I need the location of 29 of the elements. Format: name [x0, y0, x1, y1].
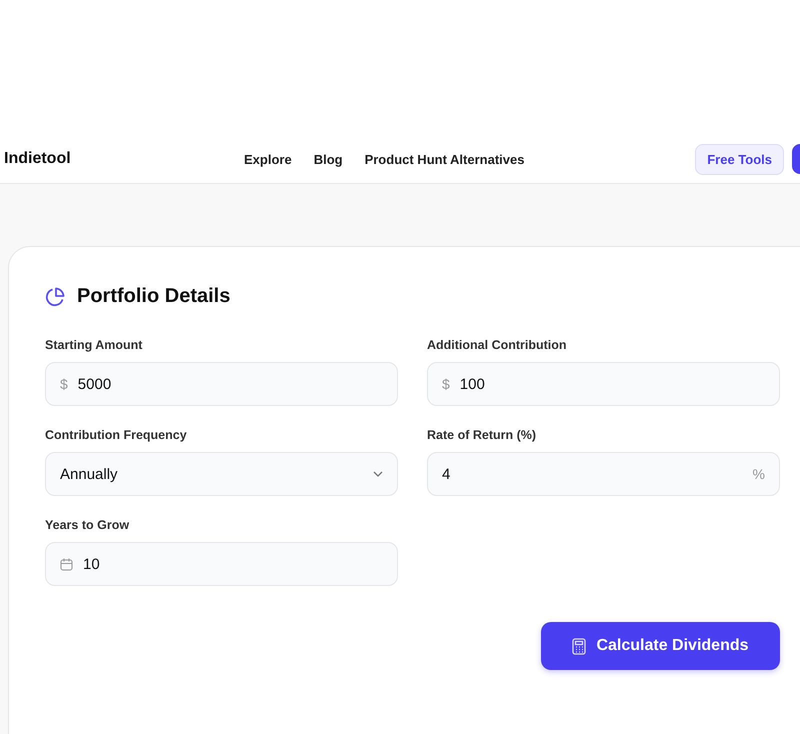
input-field[interactable]: $ 5000	[45, 362, 398, 406]
brand-name[interactable]: Indietool	[4, 150, 244, 168]
input-field[interactable]: 10	[45, 542, 398, 586]
nav-link[interactable]: Product Hunt Alternatives	[364, 152, 524, 166]
calculator-icon	[572, 638, 586, 654]
input-field[interactable]: 4 %	[427, 452, 780, 496]
chevron-down-icon	[373, 471, 383, 477]
field-value: 5000	[78, 376, 112, 392]
calendar-icon	[60, 558, 73, 570]
select-field[interactable]: Annually	[45, 452, 398, 496]
select-value: Annually	[60, 466, 119, 482]
field-label: Rate of Return (%)	[427, 428, 538, 442]
field-label: Years to Grow	[45, 518, 130, 532]
calculate-button[interactable]: Calculate Dividends	[541, 622, 780, 670]
field-label: Additional Contribution	[427, 338, 568, 352]
nav-link[interactable]: Blog	[314, 152, 343, 166]
pie-chart-icon	[45, 286, 65, 306]
free-tools-button[interactable]: Free Tools	[695, 144, 784, 174]
currency-symbol: $	[442, 376, 450, 392]
field-value: 10	[83, 556, 101, 572]
field-label: Starting Amount	[45, 338, 144, 352]
nav-link[interactable]: Explore	[244, 152, 292, 166]
field-label: Contribution Frequency	[45, 428, 188, 442]
field-value: 4	[442, 466, 452, 482]
percent-symbol: %	[752, 466, 765, 482]
input-field[interactable]: $ 100	[427, 362, 780, 406]
field-value: 100	[460, 376, 486, 392]
section-title: Portfolio Details	[77, 285, 230, 308]
currency-symbol: $	[60, 376, 68, 392]
